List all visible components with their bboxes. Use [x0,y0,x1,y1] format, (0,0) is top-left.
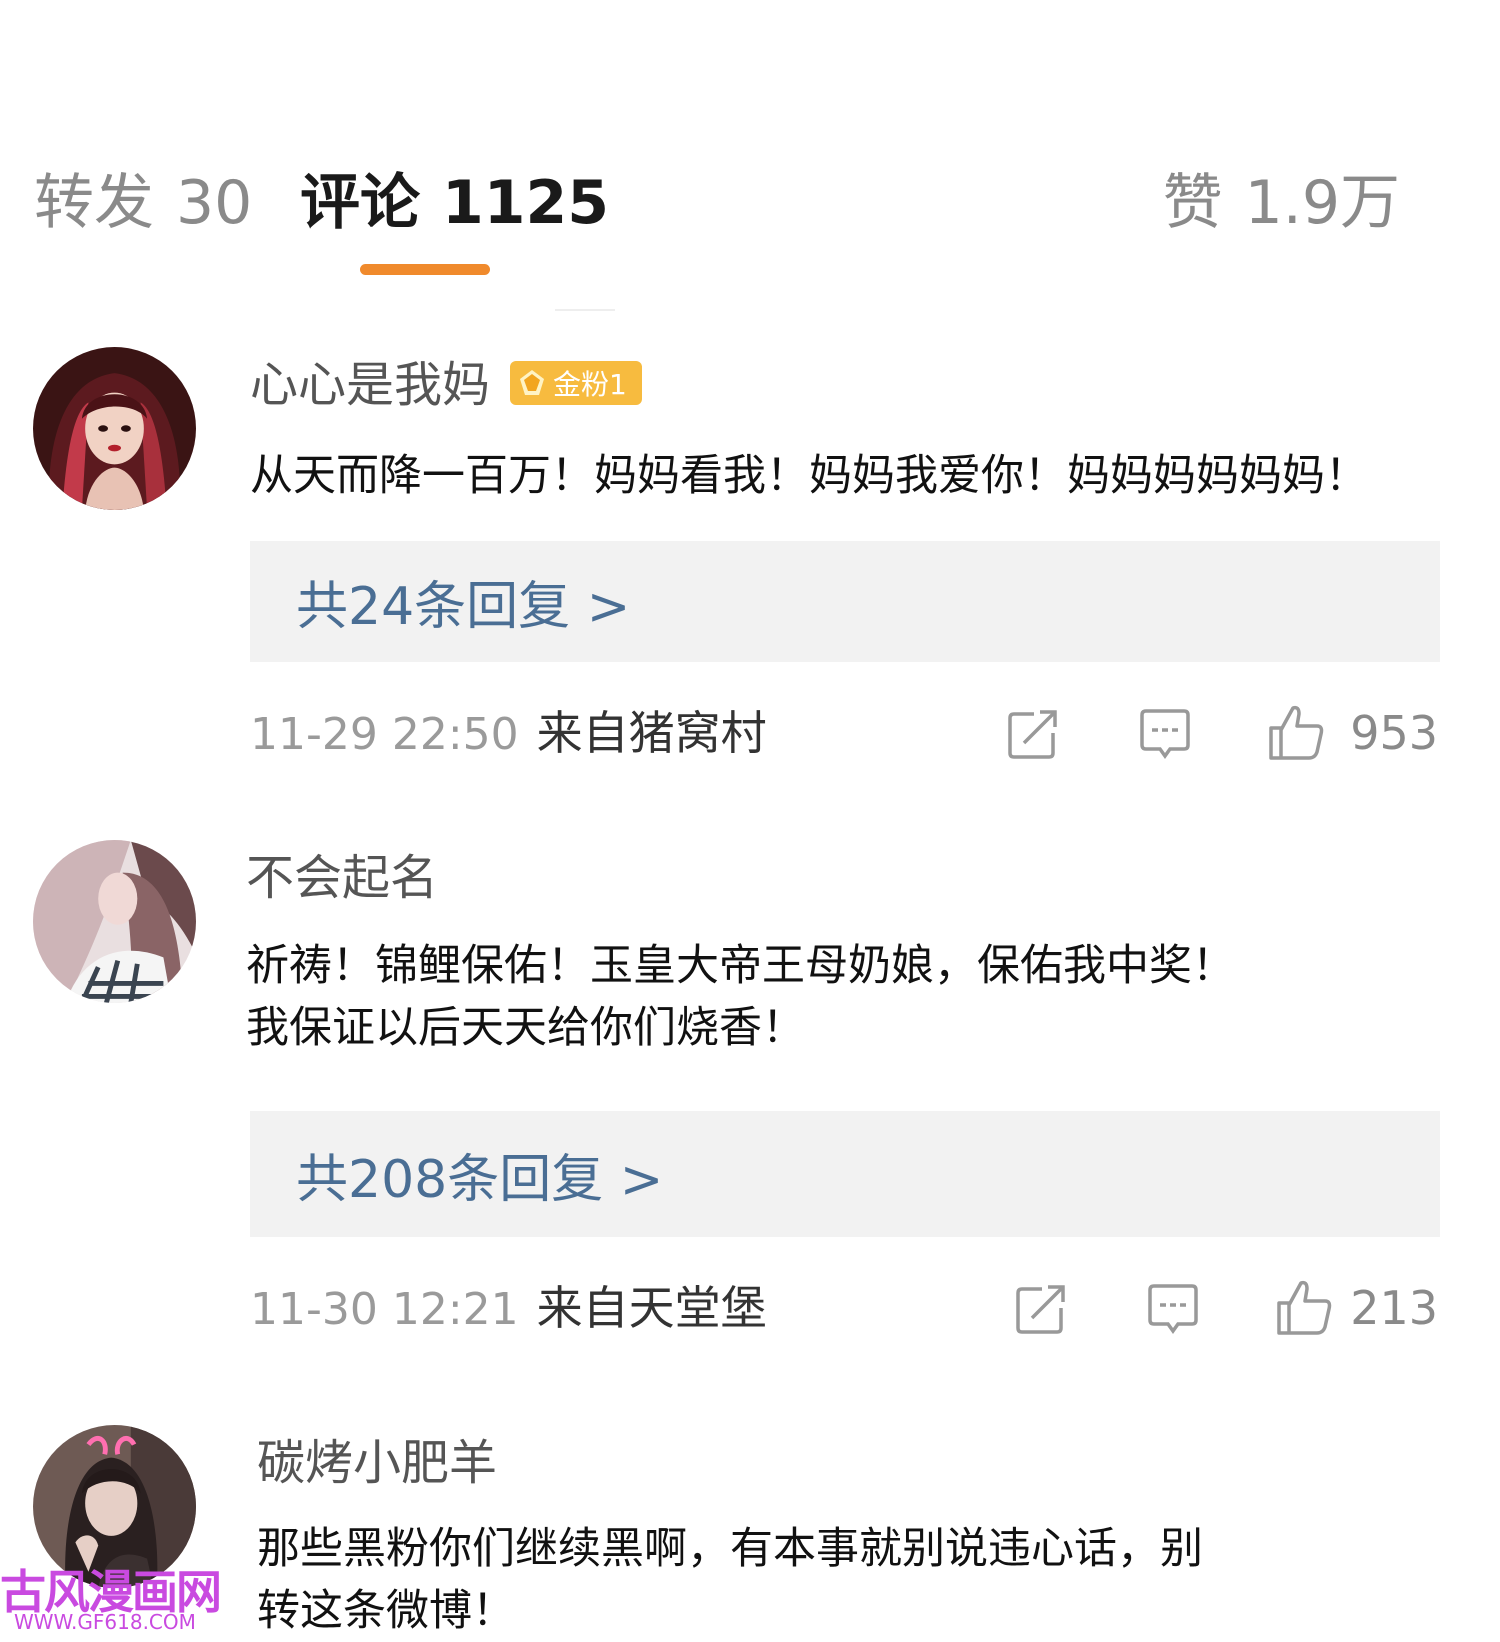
share-icon[interactable] [1004,705,1062,763]
replies-link[interactable]: 共208条回复 > [250,1111,1440,1237]
comment-text-line: 我保证以后天天给你们烧香！ [246,1003,805,1053]
tab-repost[interactable]: 转发 30 [34,168,252,238]
replies-count-label: 共208条回复 > [296,1149,664,1210]
like-count: 953 [1350,706,1438,760]
fan-badge: 金粉1 [510,361,642,405]
comment-icon[interactable] [1136,705,1194,763]
tab-repost-count: 30 [176,168,253,238]
comment-icon[interactable] [1144,1280,1202,1338]
replies-link[interactable]: 共24条回复 > [250,541,1440,662]
tab-likes-label: 赞 [1162,168,1223,238]
username[interactable]: 不会起名 [246,848,438,908]
tab-likes[interactable]: 赞 1.9万 [1163,168,1400,238]
gem-icon [520,370,544,395]
comment-text-line: 那些黑粉你们继续黑啊，有本事就别说违心话，别 [257,1524,1203,1574]
comment-meta: 11-30 12:21 来自天堂堡 [250,1278,767,1340]
username[interactable]: 心心是我妈 [250,355,490,415]
tab-comments-count: 1125 [442,168,609,238]
tab-likes-count: 1.9万 [1244,168,1400,238]
source-label: 来自天堂堡 [536,1281,767,1335]
comment-text: 从天而降一百万！妈妈看我！妈妈我爱你！妈妈妈妈妈妈！ [250,451,1368,501]
thumbs-up-icon[interactable] [1273,1275,1337,1339]
replies-count-label: 共24条回复 > [296,577,631,637]
comment-text: 那些黑粉你们继续黑啊，有本事就别说违心话，别 转这条微博！ [257,1518,1437,1642]
avatar[interactable] [33,347,196,510]
watermark-url: WWW.GF618.COM [14,1610,196,1634]
share-icon[interactable] [1012,1280,1070,1338]
thumbs-up-icon[interactable] [1265,700,1329,764]
comment-text-line: 转这条微博！ [257,1586,515,1636]
timestamp: 11-29 22:50 [250,709,519,760]
comment-text: 祈祷！锦鲤保佑！玉皇大帝王母奶娘，保佑我中奖！ 我保证以后天天给你们烧香！ [246,935,1426,1059]
username[interactable]: 碳烤小肥羊 [257,1433,497,1493]
avatar[interactable] [33,840,196,1003]
timestamp: 11-30 12:21 [250,1284,519,1335]
fan-badge-label: 金粉1 [553,368,627,401]
comment-text-line: 祈祷！锦鲤保佑！玉皇大帝王母奶娘，保佑我中奖！ [246,941,1235,991]
like-count: 213 [1350,1281,1438,1335]
tab-comments-label: 评论 [300,168,420,238]
divider [555,309,615,311]
active-tab-indicator [360,264,490,275]
tab-repost-label: 转发 [34,168,154,238]
comment-meta: 11-29 22:50 来自猪窝村 [250,703,767,765]
tab-comments[interactable]: 评论 1125 [300,168,609,238]
source-label: 来自猪窝村 [536,706,767,760]
